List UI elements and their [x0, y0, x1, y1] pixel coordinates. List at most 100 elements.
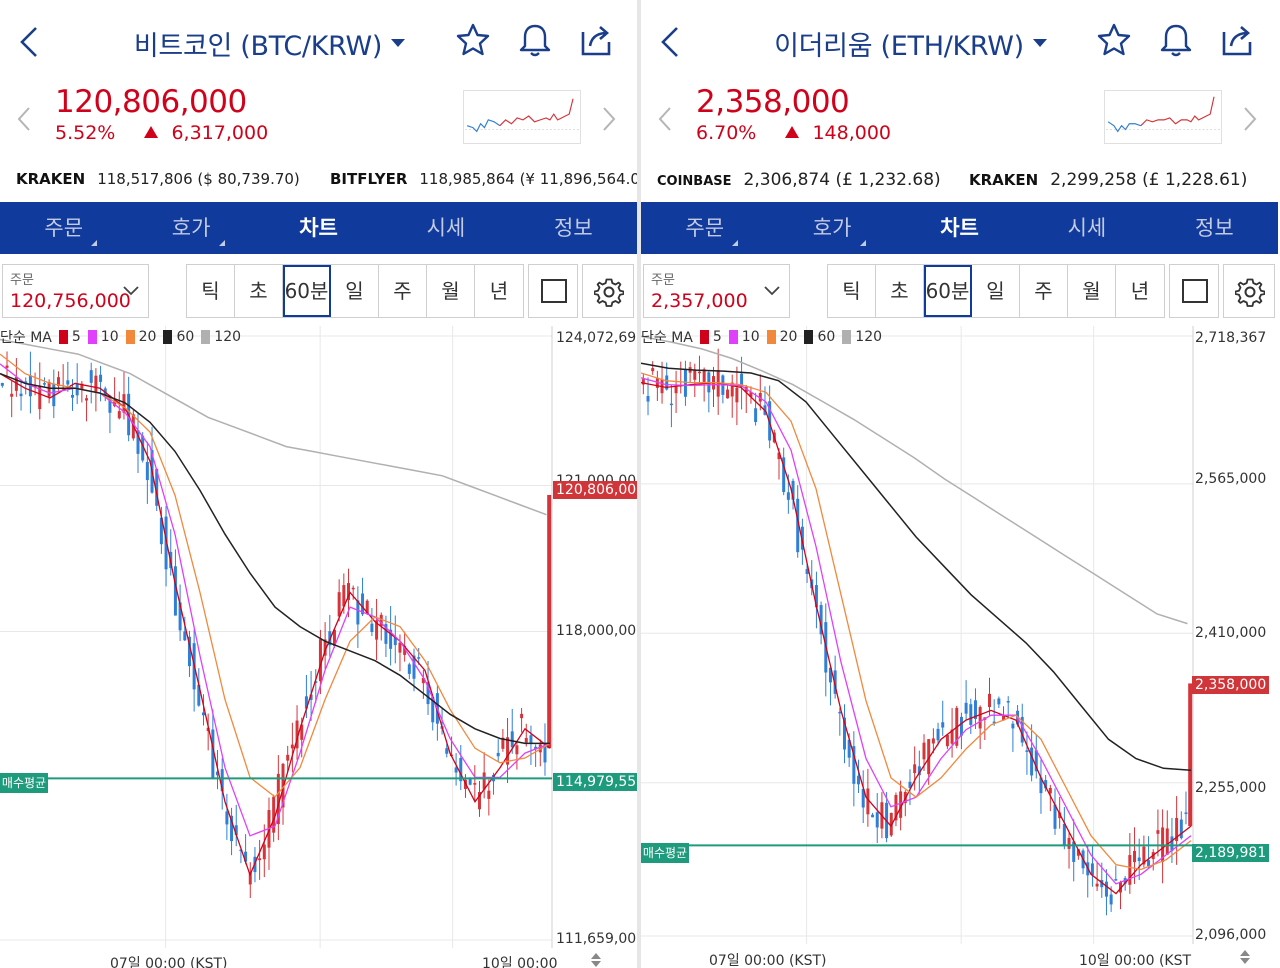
share-icon[interactable]: [579, 20, 615, 60]
candle-body: [407, 664, 411, 674]
star-icon[interactable]: [455, 20, 491, 60]
change-percent: 5.52%: [55, 122, 116, 144]
candle-body: [398, 642, 402, 653]
chart-canvas[interactable]: [0, 326, 637, 968]
interval-day[interactable]: 일: [972, 265, 1020, 317]
candle-body: [945, 734, 949, 747]
candle-body: [370, 623, 374, 633]
candle-body: [922, 742, 926, 760]
tab-quotes[interactable]: 시세: [1023, 202, 1150, 254]
gear-icon[interactable]: [582, 264, 634, 318]
price-change: 6.70% 148,000: [696, 122, 891, 144]
eth-panel: 이더리움 (ETH/KRW) 2,358,000 6.70% 148,000 C…: [641, 0, 1278, 968]
ma10-line: [641, 377, 1192, 885]
tab-bar: 주문 호가 차트 시세 정보: [641, 202, 1278, 254]
header: 이더리움 (ETH/KRW): [641, 0, 1278, 84]
interval-week[interactable]: 주: [1020, 265, 1068, 317]
candle-body: [5, 365, 9, 368]
chevron-left-icon[interactable]: [14, 104, 34, 134]
interval-month[interactable]: 월: [427, 265, 475, 317]
interval-week[interactable]: 주: [379, 265, 427, 317]
mini-chart[interactable]: [463, 90, 581, 144]
candle-body: [445, 748, 449, 754]
page-title: 이더리움 (ETH/KRW): [774, 30, 1024, 62]
back-icon[interactable]: [657, 22, 685, 62]
bell-icon[interactable]: [1158, 20, 1194, 60]
legend-prefix: 단순 MA: [0, 330, 52, 346]
current-price: 2,358,000: [696, 84, 850, 120]
legend-ma5: 5: [71, 329, 81, 345]
interval-60min[interactable]: 60분: [924, 265, 972, 317]
order-dropdown[interactable]: 주문 2,357,000: [643, 264, 790, 318]
interval-tick[interactable]: 틱: [187, 265, 235, 317]
tab-order[interactable]: 주문: [0, 202, 127, 254]
candle-body: [978, 706, 982, 729]
price-chart[interactable]: 단순 MA 5 10 20 60 120 매수평균 124,072,692 12…: [0, 326, 637, 968]
legend-ma5: 5: [712, 329, 722, 345]
interval-tick[interactable]: 틱: [828, 265, 876, 317]
scroll-arrows-icon[interactable]: [590, 952, 602, 968]
candle-body: [515, 745, 519, 755]
candle-body: [71, 394, 75, 398]
order-dropdown[interactable]: 주문 120,756,000: [2, 264, 149, 318]
back-icon[interactable]: [16, 22, 44, 62]
tab-chart[interactable]: 차트: [255, 202, 382, 254]
bell-icon[interactable]: [517, 20, 553, 60]
y-tick-label: 2,565,000: [1195, 471, 1267, 487]
candle-body: [871, 814, 875, 818]
up-triangle-icon: [144, 126, 159, 138]
chart-controls: 주문 120,756,000 틱 초 60분 일 주 월 년: [0, 254, 637, 330]
candle-body: [89, 370, 93, 383]
chart-canvas[interactable]: [641, 326, 1278, 968]
candle-body: [1137, 857, 1141, 862]
chevron-left-icon[interactable]: [655, 104, 675, 134]
interval-second[interactable]: 초: [876, 265, 924, 317]
tab-info[interactable]: 정보: [510, 202, 637, 254]
chevron-right-icon[interactable]: [1240, 104, 1260, 134]
coin-selector[interactable]: 비트코인 (BTC/KRW): [60, 22, 480, 64]
candle-body: [913, 764, 917, 774]
interval-year[interactable]: 년: [475, 265, 523, 317]
legend-ma10: 10: [100, 329, 119, 345]
candle-body: [10, 393, 14, 397]
ma20-line: [641, 372, 1192, 871]
price-change: 5.52% 6,317,000: [55, 122, 268, 144]
candle-body: [669, 403, 673, 406]
exchange-item: BITFLYER 118,985,864 (¥ 11,896,564.00): [330, 170, 637, 188]
candle-body: [726, 389, 730, 399]
tab-info[interactable]: 정보: [1151, 202, 1278, 254]
interval-day[interactable]: 일: [331, 265, 379, 317]
tab-chart[interactable]: 차트: [896, 202, 1023, 254]
candle-body: [1011, 723, 1015, 729]
chevron-right-icon[interactable]: [599, 104, 619, 134]
interval-60min[interactable]: 60분: [283, 265, 331, 317]
chart-legend: 단순 MA 5 10 20 60 120: [641, 327, 882, 347]
chevron-down-icon: [123, 286, 139, 296]
candle-body: [262, 844, 266, 860]
ma20-line: [0, 353, 551, 798]
star-icon[interactable]: [1096, 20, 1132, 60]
share-icon[interactable]: [1220, 20, 1256, 60]
candle-body: [1170, 836, 1174, 851]
candle-body: [988, 693, 992, 708]
gear-icon[interactable]: [1223, 264, 1275, 318]
candle-body: [225, 811, 229, 825]
mini-chart[interactable]: [1104, 90, 1222, 144]
candle-body: [1147, 860, 1151, 867]
square-icon[interactable]: [1169, 264, 1219, 318]
candle-body: [936, 728, 940, 741]
price-chart[interactable]: 단순 MA 5 10 20 60 120 매수평균 2,718,367 2,56…: [641, 326, 1278, 968]
interval-selector: 틱 초 60분 일 주 월 년: [827, 264, 1165, 318]
tab-quotes[interactable]: 시세: [382, 202, 509, 254]
interval-year[interactable]: 년: [1116, 265, 1164, 317]
tab-order[interactable]: 주문: [641, 202, 768, 254]
scroll-arrows-icon[interactable]: [1239, 949, 1251, 965]
interval-second[interactable]: 초: [235, 265, 283, 317]
interval-month[interactable]: 월: [1068, 265, 1116, 317]
tab-orderbook[interactable]: 호가: [127, 202, 254, 254]
tab-orderbook[interactable]: 호가: [768, 202, 895, 254]
candle-body: [66, 380, 70, 385]
tab-bar: 주문 호가 차트 시세 정보: [0, 202, 637, 254]
coin-selector[interactable]: 이더리움 (ETH/KRW): [701, 22, 1121, 64]
square-icon[interactable]: [528, 264, 578, 318]
